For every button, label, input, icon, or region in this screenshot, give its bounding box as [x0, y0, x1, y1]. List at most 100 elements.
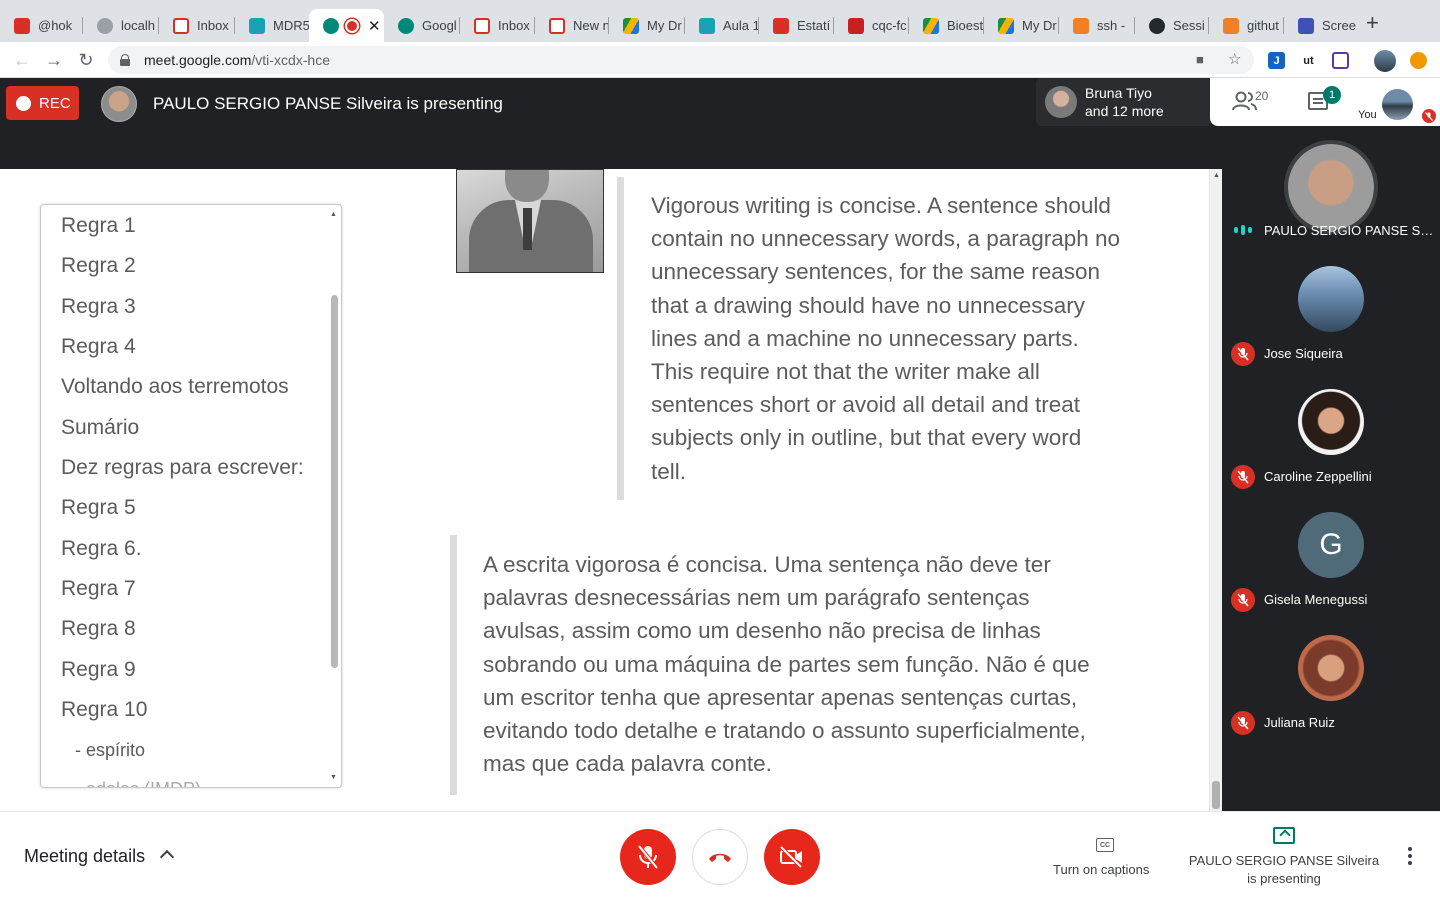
scroll-thumb[interactable]: [1212, 781, 1220, 809]
hang-up-icon: [709, 853, 731, 862]
participant-tile[interactable]: Jose Siqueira: [1222, 249, 1440, 369]
update-icon[interactable]: [1410, 52, 1427, 69]
camera-icon[interactable]: ■: [1196, 52, 1204, 67]
avatar: G: [1298, 512, 1364, 578]
toc-scrollbar[interactable]: ▲ ▼: [328, 211, 341, 783]
drive-icon: [998, 17, 1014, 34]
author-portrait: [456, 169, 604, 273]
forward-arrow-icon[interactable]: →: [42, 48, 66, 72]
present-screen-icon[interactable]: [1273, 827, 1295, 844]
mic-off-icon: [1422, 109, 1436, 123]
participants-panel: PAULO SERGIO PANSE Silveira Jose Siqueir…: [1222, 126, 1440, 811]
meeting-details-button[interactable]: Meeting details: [24, 846, 145, 867]
participant-name: Caroline Zeppellini: [1264, 469, 1372, 484]
screencast-icon: [1298, 17, 1314, 34]
browser-tab[interactable]: Sessi: [1135, 9, 1209, 42]
participant-tile[interactable]: Caroline Zeppellini: [1222, 372, 1440, 492]
classroom-icon: [699, 17, 715, 34]
lock-icon: [120, 54, 130, 66]
table-of-contents: Regra 1 Regra 2 Regra 3 Regra 4 Voltando…: [40, 204, 342, 788]
browser-tab-strip: @hok localh Inbox MDR5 ✕ Googl Inbox New…: [0, 0, 1440, 42]
browser-tab[interactable]: Inbox: [460, 9, 535, 42]
extension-translate-icon[interactable]: ut: [1300, 52, 1317, 69]
toc-item: Regra 7: [61, 577, 136, 600]
reload-icon[interactable]: ↻: [74, 48, 98, 72]
browser-tab[interactable]: Bioest: [909, 9, 984, 42]
browser-tab[interactable]: MDR5: [235, 9, 309, 42]
record-dot-icon: [16, 95, 31, 111]
scroll-up-icon: ▲: [330, 211, 337, 218]
address-bar[interactable]: meet.google.com/vti-xcdx-hce ■ ☆: [108, 46, 1254, 74]
avatar: [1298, 635, 1364, 701]
browser-tab[interactable]: cqc-fc: [834, 9, 909, 42]
gmail-icon: [173, 17, 189, 34]
avatar: [1288, 144, 1374, 230]
captions-button[interactable]: Turn on captions: [1053, 862, 1149, 877]
browser-tab[interactable]: Inbox: [159, 9, 235, 42]
quote-bar: [450, 535, 457, 795]
chat-badge: 1: [1323, 86, 1341, 104]
participant-tile[interactable]: G Gisela Menegussi: [1222, 495, 1440, 615]
toc-item: Regra 9: [61, 658, 136, 681]
participant-name: Gisela Menegussi: [1264, 592, 1368, 607]
chevron-up-icon[interactable]: [159, 849, 175, 865]
scroll-thumb[interactable]: [331, 295, 338, 668]
browser-tab[interactable]: @hok: [0, 9, 83, 42]
extension-screencast-icon[interactable]: [1332, 52, 1349, 69]
browser-tab[interactable]: My Dr: [984, 9, 1059, 42]
self-avatar[interactable]: [1382, 89, 1413, 120]
avatar: [1045, 86, 1077, 118]
leave-call-button[interactable]: [692, 829, 748, 885]
captions-icon[interactable]: CC: [1096, 838, 1114, 852]
browser-tab[interactable]: githut: [1209, 9, 1284, 42]
browser-tab[interactable]: Scree: [1284, 9, 1359, 42]
star-icon[interactable]: ☆: [1228, 50, 1241, 68]
browser-tab[interactable]: Estatí: [759, 9, 834, 42]
drive-icon: [923, 17, 939, 34]
github-icon: [1149, 17, 1165, 34]
participant-tile[interactable]: Juliana Ruiz: [1222, 618, 1440, 738]
recording-button[interactable]: REC: [6, 86, 79, 120]
url-path: /vti-xcdx-hce: [251, 52, 330, 68]
browser-tab[interactable]: localh: [83, 9, 159, 42]
participant-tile[interactable]: PAULO SERGIO PANSE Silveira: [1222, 126, 1440, 246]
app-icon: [14, 17, 30, 34]
participant-name: Jose Siqueira: [1264, 346, 1343, 361]
toc-item: Regra 8: [61, 617, 136, 640]
profile-avatar[interactable]: [1374, 50, 1396, 72]
browser-tab[interactable]: New n: [535, 9, 609, 42]
presenting-status[interactable]: PAULO SERGIO PANSE Silveira is presentin…: [1184, 852, 1384, 888]
globe-icon: [97, 17, 113, 34]
toc-item: Regra 6.: [61, 537, 142, 560]
browser-tab-active[interactable]: ✕: [309, 9, 384, 42]
self-label: You: [1358, 109, 1377, 121]
new-tab-button[interactable]: +: [1366, 10, 1379, 36]
toc-item: - adalas (IMDP): [75, 779, 201, 787]
more-options-icon[interactable]: [1404, 847, 1416, 867]
shared-screen: Regra 1 Regra 2 Regra 3 Regra 4 Voltando…: [0, 169, 1222, 811]
toc-item: - espírito: [75, 740, 146, 760]
browser-tab[interactable]: Aula 1: [685, 9, 759, 42]
browser-toolbar: ← → ↻ meet.google.com/vti-xcdx-hce ■ ☆ J…: [0, 42, 1440, 78]
toc-item: Regra 1: [61, 214, 136, 237]
page-scrollbar[interactable]: ▲: [1209, 169, 1222, 811]
drive-icon: [623, 17, 639, 34]
pdf-icon: [773, 17, 789, 34]
recording-indicator-icon: [347, 20, 357, 31]
mic-off-icon: [1231, 465, 1255, 489]
toc-item: Regra 5: [61, 496, 136, 519]
browser-tab[interactable]: Googl: [384, 9, 460, 42]
browser-tab[interactable]: My Dr: [609, 9, 685, 42]
avatar: [1298, 389, 1364, 455]
speaking-indicator-icon: [1234, 224, 1252, 236]
back-arrow-icon[interactable]: ←: [10, 48, 34, 72]
extension-j-icon[interactable]: J: [1268, 52, 1285, 69]
close-tab-icon[interactable]: ✕: [368, 17, 381, 35]
meet-top-controls: 20 1 You: [1210, 78, 1440, 126]
rec-label: REC: [39, 94, 71, 112]
camera-toggle-button[interactable]: [764, 829, 820, 885]
avatar: [1298, 266, 1364, 332]
browser-tab[interactable]: ssh -: [1059, 9, 1135, 42]
microphone-toggle-button[interactable]: [620, 829, 676, 885]
join-notification[interactable]: Bruna Tiyo and 12 more: [1036, 78, 1212, 126]
